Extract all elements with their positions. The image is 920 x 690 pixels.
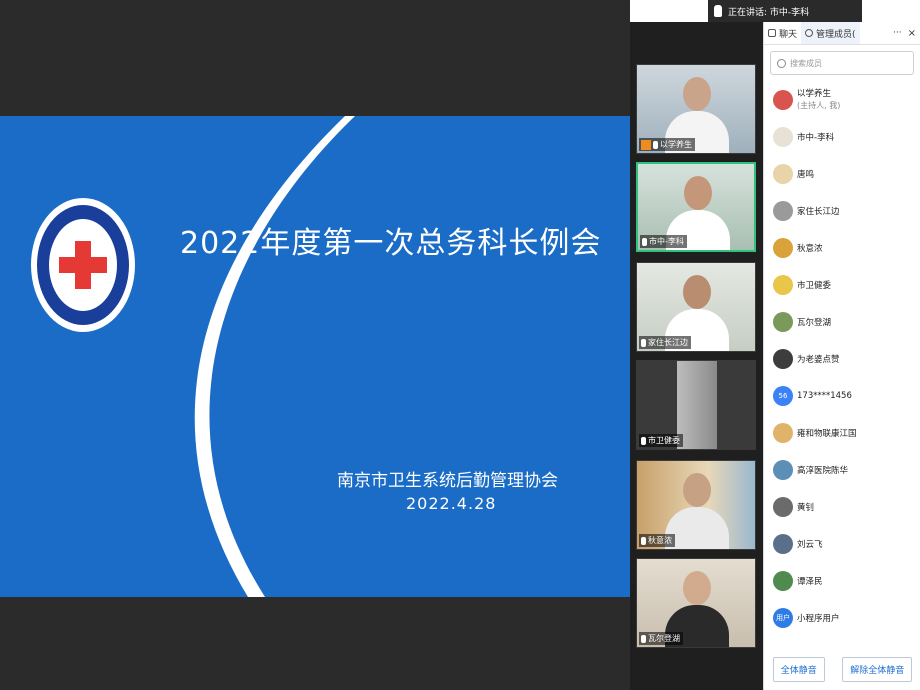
search-input[interactable]: 搜索成员 (770, 51, 914, 75)
mic-icon (641, 634, 646, 643)
member-item[interactable]: 瓦尔登湖 (764, 303, 920, 340)
tab-members[interactable]: 管理成员( (801, 22, 860, 44)
video-tile[interactable]: 秋意浓 (636, 460, 756, 550)
video-tile[interactable]: 家住长江边 (636, 262, 756, 352)
mic-icon (641, 338, 646, 347)
video-name: 瓦尔登湖 (648, 634, 680, 643)
avatar (773, 496, 793, 517)
host-icon (641, 139, 651, 150)
video-name: 以学养生 (660, 140, 692, 149)
avatar (773, 422, 793, 443)
member-item[interactable]: 用户 小程序用户 (764, 599, 920, 636)
video-tile[interactable]: 以学养生 (636, 64, 756, 154)
avatar (773, 570, 793, 591)
member-item[interactable]: 为老婆点赞 (764, 340, 920, 377)
slide-banner (0, 116, 630, 597)
member-item[interactable]: 雍和物联康江国 (764, 414, 920, 451)
search-placeholder: 搜索成员 (790, 58, 822, 68)
member-item[interactable]: 市中-李科 (764, 118, 920, 155)
search-icon (777, 58, 786, 68)
video-tile[interactable]: 市卫健委 (636, 360, 756, 450)
chat-icon (768, 29, 776, 37)
avatar (773, 126, 793, 147)
mic-icon (641, 536, 646, 545)
video-tile[interactable]: 瓦尔登湖 (636, 558, 756, 648)
slide-date: 2022.4.28 (406, 494, 497, 513)
avatar (773, 533, 793, 554)
more-icon[interactable]: ··· (891, 28, 904, 38)
shared-slide: 2022年度第一次总务科长例会 南京市卫生系统后勤管理协会 2022.4.28 (0, 0, 630, 690)
speaking-indicator: 正在讲话: 市中-李科 (708, 0, 862, 22)
tab-chat[interactable]: 聊天 (764, 22, 801, 44)
member-item[interactable]: 秋意浓 (764, 229, 920, 266)
person-icon (805, 29, 814, 37)
avatar (773, 89, 793, 110)
video-tile-speaking[interactable]: 市中-李科 (636, 162, 756, 252)
video-name: 秋意浓 (648, 536, 672, 545)
slide-organization: 南京市卫生系统后勤管理协会 (337, 471, 558, 491)
association-logo (31, 198, 135, 332)
avatar (773, 200, 793, 221)
video-name: 市中-李科 (649, 237, 684, 246)
member-item[interactable]: 黄钊 (764, 488, 920, 525)
avatar (773, 348, 793, 369)
panel-actions: 全体静音 解除全体静音 (764, 657, 920, 682)
member-panel: 聊天 管理成员( ··· × 搜索成员 以学养生 (主持人, 我) 市中-李科 唐… (763, 22, 920, 690)
speaking-text: 正在讲话: 市中-李科 (728, 7, 810, 18)
member-item[interactable]: 家住长江边 (764, 192, 920, 229)
member-item[interactable]: 高淳医院陈华 (764, 451, 920, 488)
member-item[interactable]: 唐鸣 (764, 155, 920, 192)
member-item[interactable]: 谭泽民 (764, 562, 920, 599)
panel-tabs: 聊天 管理成员( ··· × (764, 22, 920, 45)
avatar: 56 (773, 385, 793, 406)
member-item[interactable]: 刘云飞 (764, 525, 920, 562)
avatar (773, 459, 793, 480)
avatar: 用户 (773, 607, 793, 628)
mic-icon (653, 140, 658, 149)
mic-icon (642, 237, 647, 246)
unmute-all-button[interactable]: 解除全体静音 (842, 657, 913, 682)
video-name: 家住长江边 (648, 338, 688, 347)
close-icon[interactable]: × (904, 28, 920, 39)
member-item[interactable]: 市卫健委 (764, 266, 920, 303)
member-item[interactable]: 以学养生 (主持人, 我) (764, 81, 920, 118)
member-list: 以学养生 (主持人, 我) 市中-李科 唐鸣 家住长江边 秋意浓 市卫健委 瓦尔登… (764, 81, 920, 636)
mic-icon (641, 436, 646, 445)
video-name: 市卫健委 (648, 436, 680, 445)
slide-title: 2022年度第一次总务科长例会 (180, 226, 602, 261)
mute-all-button[interactable]: 全体静音 (772, 657, 825, 682)
avatar (773, 311, 793, 332)
white-swoosh (194, 116, 355, 597)
mic-icon (714, 5, 722, 17)
avatar (773, 274, 793, 295)
avatar (773, 237, 793, 258)
member-item[interactable]: 56 173****1456 (764, 377, 920, 414)
avatar (773, 163, 793, 184)
